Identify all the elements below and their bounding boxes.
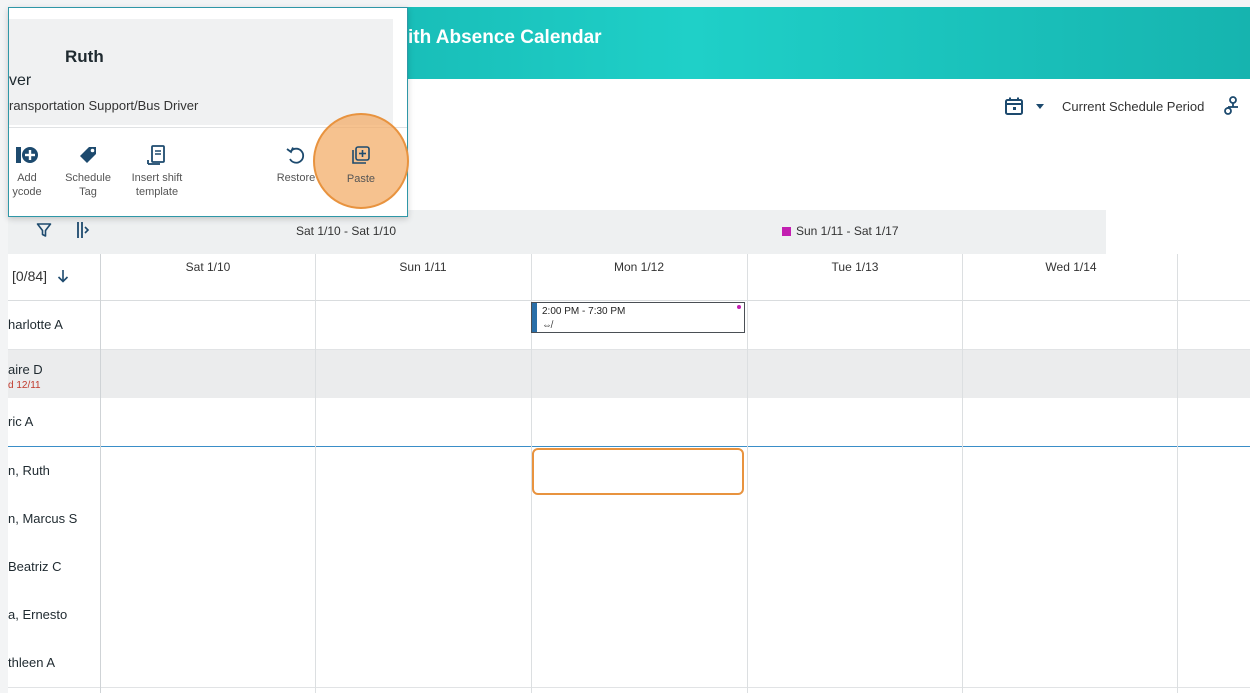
paste-icon[interactable] [351, 145, 371, 165]
employee-row[interactable]: ric A [8, 398, 1250, 447]
employee-row[interactable]: aire D d 12/11 [8, 350, 1250, 399]
shift-block[interactable]: 2:00 PM - 7:30 PM ⇎ [531, 302, 745, 333]
employee-row[interactable]: a, Ernesto [8, 591, 1250, 640]
action-label: Add [17, 172, 37, 184]
insert-shift-template-button[interactable]: Insert shift template [124, 144, 190, 199]
comment-indicator [737, 305, 741, 309]
schedule-period-selector[interactable]: Current Schedule Period [1004, 94, 1242, 118]
grid-divider [962, 254, 963, 693]
grid-divider [747, 254, 748, 693]
group-header-range-current: Sun 1/11 - Sat 1/17 [782, 224, 899, 238]
add-paycode-button[interactable]: Add ycode [5, 144, 49, 199]
page-title: ith Absence Calendar [408, 27, 602, 48]
employee-row[interactable]: thleen A [8, 639, 1250, 688]
employee-name[interactable]: a, Ernesto [8, 607, 67, 622]
employee-name[interactable]: ric A [8, 414, 33, 429]
window-top-edge [0, 0, 1250, 7]
employee-name[interactable]: n, Ruth [8, 463, 50, 478]
action-label: Insert shift [131, 172, 183, 184]
sort-down-icon[interactable] [57, 269, 69, 283]
calendar-icon[interactable] [1004, 96, 1024, 116]
paste-button[interactable]: Paste [336, 145, 386, 185]
chevron-down-icon[interactable] [1036, 103, 1044, 109]
employee-row[interactable]: n, Marcus S [8, 495, 1250, 544]
swap-icon: ⇎ [542, 320, 552, 331]
filter-icon[interactable] [36, 222, 52, 238]
restore-icon[interactable] [285, 144, 307, 166]
employee-name[interactable]: thleen A [8, 655, 55, 670]
group-header-range: Sat 1/10 - Sat 1/10 [296, 224, 397, 238]
window-left-edge [0, 0, 8, 693]
action-label: template [135, 186, 179, 198]
selected-schedule-cell[interactable] [532, 448, 744, 495]
employee-name[interactable]: aire D [8, 362, 43, 377]
employee-count-sort[interactable]: [0/84] [12, 268, 69, 284]
day-header-sun[interactable]: Sun 1/11 [315, 260, 531, 274]
popup-job-short: ver [9, 72, 32, 89]
employee-row[interactable]: Beatriz C [8, 543, 1250, 592]
action-label: Tag [79, 186, 97, 198]
action-label: ycode [12, 186, 42, 198]
hierarchy-icon[interactable] [1224, 96, 1242, 116]
collapse-panel-icon[interactable] [76, 221, 90, 239]
grid-divider [100, 254, 101, 693]
group-header-label: Sun 1/11 - Sat 1/17 [796, 224, 899, 238]
schedule-tag-button[interactable]: Schedule Tag [61, 144, 115, 199]
action-label: Schedule [65, 172, 111, 184]
grid-divider [1177, 254, 1178, 693]
day-header-sat[interactable]: Sat 1/10 [101, 260, 315, 274]
period-label[interactable]: Current Schedule Period [1062, 99, 1204, 114]
employee-name[interactable]: n, Marcus S [8, 511, 77, 526]
popup-header: Ruth ver ransportation Support/Bus Drive… [9, 19, 393, 125]
popup-employee-name: Ruth [65, 47, 104, 66]
add-paycode-icon[interactable] [14, 144, 40, 166]
employee-count: [0/84] [12, 268, 48, 284]
popup-job-path: ransportation Support/Bus Driver [9, 98, 199, 113]
action-label: Paste [346, 173, 376, 185]
grid-divider [315, 254, 316, 693]
shift-time: 2:00 PM - 7:30 PM [542, 306, 626, 317]
day-header-row: [0/84] Sat 1/10 Sun 1/11 Mon 1/12 Tue 1/… [8, 254, 1250, 302]
shift-status-bar [532, 303, 537, 332]
day-header-wed[interactable]: Wed 1/14 [963, 260, 1179, 274]
employee-name[interactable]: Beatriz C [8, 559, 61, 574]
insert-template-icon[interactable] [146, 144, 168, 166]
action-label: Restore [276, 172, 316, 184]
day-header-mon[interactable]: Mon 1/12 [531, 260, 747, 274]
day-header-tue[interactable]: Tue 1/13 [747, 260, 963, 274]
tag-icon[interactable] [77, 144, 99, 166]
period-marker [782, 226, 791, 236]
employee-name[interactable]: harlotte A [8, 317, 63, 332]
employee-status-date: d 12/11 [8, 380, 41, 391]
